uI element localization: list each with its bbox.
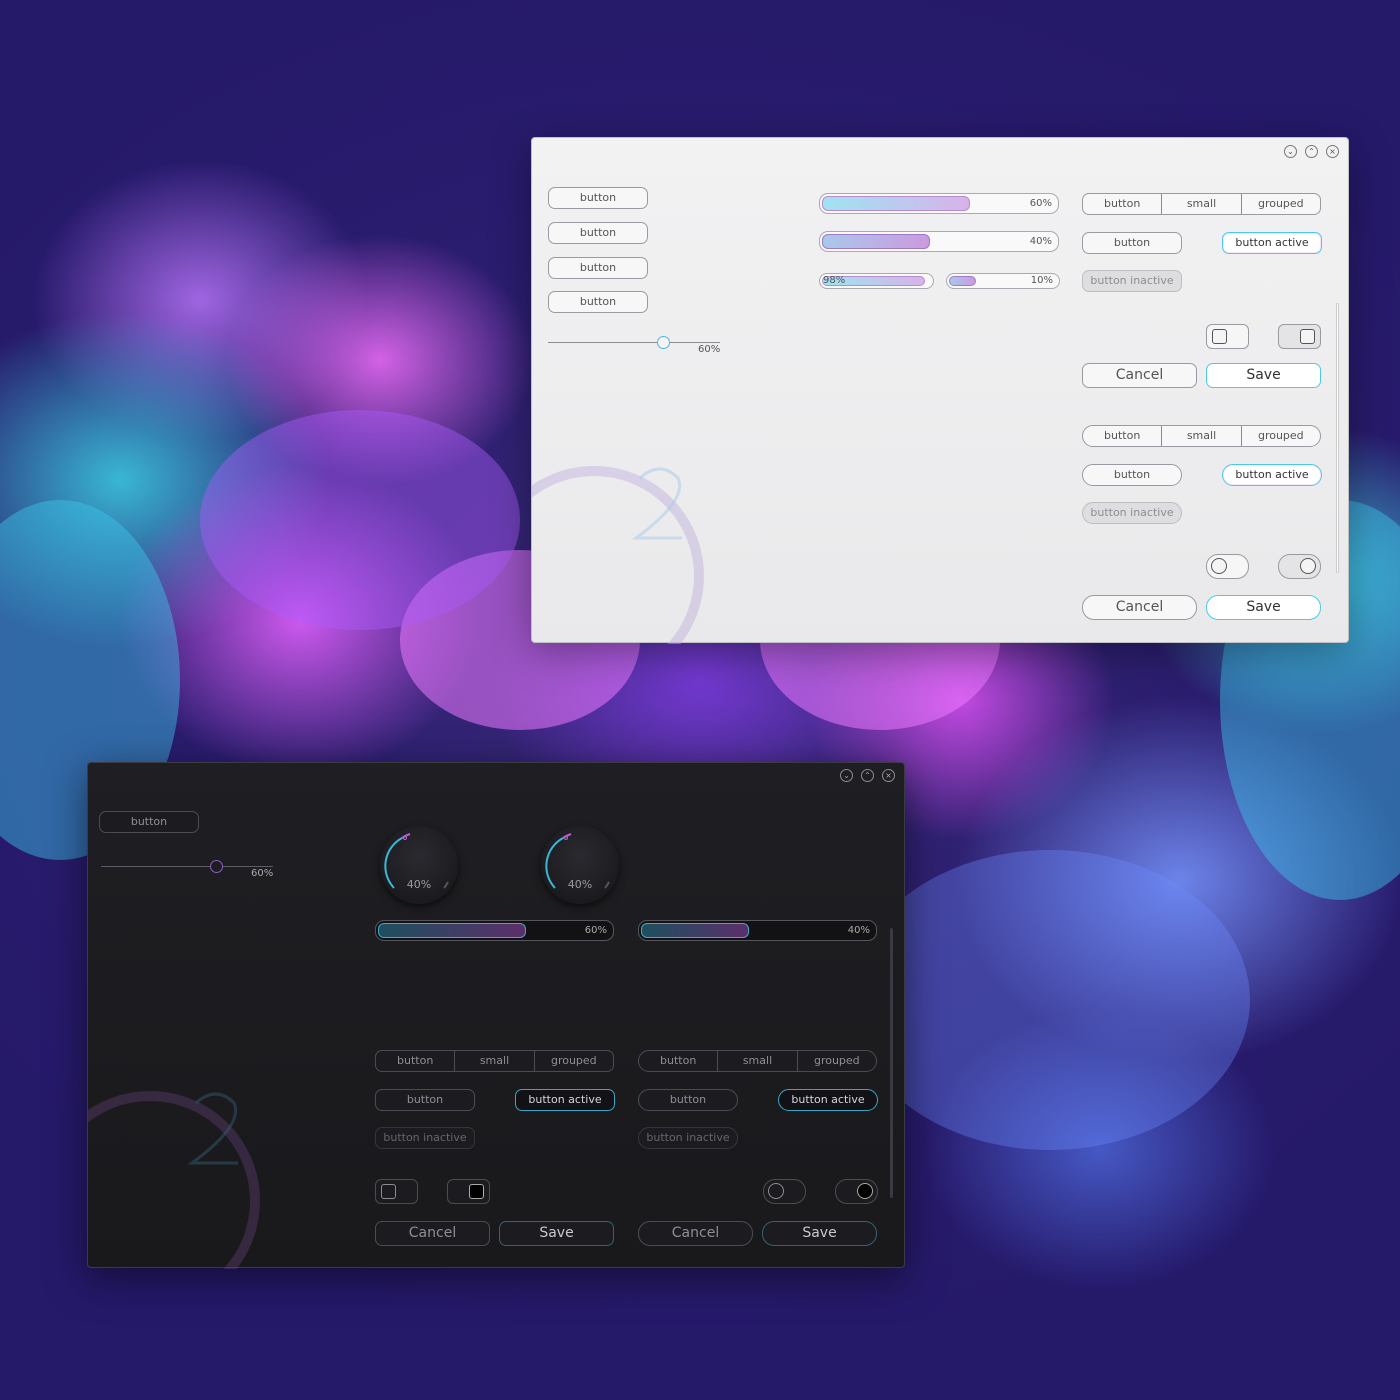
button-active[interactable]: button active (778, 1089, 878, 1111)
button-active[interactable]: button active (1222, 464, 1322, 486)
group-small[interactable]: small (1161, 426, 1240, 446)
group-grouped[interactable]: grouped (796, 1051, 876, 1071)
slider-value: 60% (698, 344, 721, 355)
save-button[interactable]: Save (499, 1221, 614, 1246)
checkbox-toggle[interactable] (1206, 324, 1249, 349)
slider-value: 60% (251, 868, 274, 879)
progress-fill (378, 923, 526, 938)
button-group: button small grouped (375, 1050, 614, 1072)
button-group-round: button small grouped (638, 1050, 877, 1072)
group-small[interactable]: small (717, 1051, 796, 1071)
group-button[interactable]: button (639, 1051, 717, 1071)
radio-toggle-on[interactable] (1278, 554, 1321, 579)
scrollbar[interactable] (1336, 303, 1339, 573)
group-small[interactable]: small (454, 1051, 533, 1071)
group-grouped[interactable]: grouped (1240, 194, 1320, 214)
cancel-button[interactable]: Cancel (375, 1221, 490, 1246)
knob-label: 40% (567, 878, 593, 891)
light-window: ⌄ ⌃ × button button button button 60% 60… (531, 137, 1349, 644)
button[interactable]: button (1082, 232, 1182, 254)
knob[interactable]: 40% (380, 826, 458, 904)
button[interactable]: button (375, 1089, 475, 1111)
button[interactable]: button (1082, 464, 1182, 486)
radio-icon (1300, 558, 1316, 574)
close-icon[interactable]: × (1326, 145, 1339, 158)
button-inactive: button inactive (1082, 270, 1182, 292)
progress-bar: 98% (819, 273, 934, 289)
chevron-up-icon[interactable]: ⌃ (861, 769, 874, 782)
button-group: button small grouped (1082, 193, 1321, 215)
checkbox-toggle[interactable] (375, 1179, 418, 1204)
progress-label: 98% (823, 275, 846, 286)
progress-fill (822, 234, 930, 249)
group-button[interactable]: button (376, 1051, 454, 1071)
save-button[interactable]: Save (762, 1221, 877, 1246)
chevron-up-icon[interactable]: ⌃ (1305, 145, 1318, 158)
button[interactable]: button (99, 811, 199, 833)
button-3[interactable]: button (548, 257, 648, 279)
slider-thumb[interactable] (657, 336, 670, 349)
radio-icon (1211, 558, 1227, 574)
checkbox-icon (1212, 329, 1227, 344)
save-button[interactable]: Save (1206, 363, 1321, 388)
button-active[interactable]: button active (515, 1089, 615, 1111)
button-group-round: button small grouped (1082, 425, 1321, 447)
progress-bar: 60% (819, 193, 1059, 214)
cancel-button[interactable]: Cancel (1082, 363, 1197, 388)
button-4[interactable]: button (548, 291, 648, 313)
group-button[interactable]: button (1083, 194, 1161, 214)
group-grouped[interactable]: grouped (533, 1051, 613, 1071)
progress-label: 10% (1030, 275, 1053, 286)
slider-track[interactable] (548, 342, 720, 343)
button[interactable]: button (638, 1089, 738, 1111)
progress-label: 40% (847, 925, 870, 936)
group-button[interactable]: button (1083, 426, 1161, 446)
radio-toggle[interactable] (763, 1179, 806, 1204)
checkbox-icon (381, 1184, 396, 1199)
progress-label: 60% (584, 925, 607, 936)
button-inactive: button inactive (375, 1127, 475, 1149)
progress-fill (949, 276, 976, 286)
progress-bar: 60% (375, 920, 614, 941)
radio-icon (768, 1183, 784, 1199)
button-active[interactable]: button active (1222, 232, 1322, 254)
chevron-down-icon[interactable]: ⌄ (840, 769, 853, 782)
save-button[interactable]: Save (1206, 595, 1321, 620)
group-small[interactable]: small (1161, 194, 1240, 214)
checkbox-icon (1300, 329, 1315, 344)
close-icon[interactable]: × (882, 769, 895, 782)
progress-fill (641, 923, 749, 938)
progress-fill (822, 196, 970, 211)
progress-bar: 40% (638, 920, 877, 941)
progress-label: 60% (1029, 198, 1052, 209)
cancel-button[interactable]: Cancel (1082, 595, 1197, 620)
watermark-logo (88, 1091, 260, 1269)
slider-track[interactable] (101, 866, 273, 867)
group-grouped[interactable]: grouped (1240, 426, 1320, 446)
progress-bar: 40% (819, 231, 1059, 252)
cancel-button[interactable]: Cancel (638, 1221, 753, 1246)
watermark-logo (532, 466, 704, 644)
button-2[interactable]: button (548, 222, 648, 244)
button-inactive: button inactive (1082, 502, 1182, 524)
progress-bar: 10% (946, 273, 1060, 289)
knob-label: 40% (406, 878, 432, 891)
slider-thumb[interactable] (210, 860, 223, 873)
button-1[interactable]: button (548, 187, 648, 209)
button-inactive: button inactive (638, 1127, 738, 1149)
radio-toggle-on[interactable] (835, 1179, 878, 1204)
radio-icon (857, 1183, 873, 1199)
checkbox-toggle-on[interactable] (447, 1179, 490, 1204)
scrollbar[interactable] (890, 928, 893, 1198)
checkbox-toggle-on[interactable] (1278, 324, 1321, 349)
knob[interactable]: 40% (541, 826, 619, 904)
chevron-down-icon[interactable]: ⌄ (1284, 145, 1297, 158)
progress-label: 40% (1029, 236, 1052, 247)
radio-toggle[interactable] (1206, 554, 1249, 579)
checkbox-icon (469, 1184, 484, 1199)
dark-window: ⌄ ⌃ × button 60% 40% 40% 60% 40% button … (87, 762, 905, 1269)
